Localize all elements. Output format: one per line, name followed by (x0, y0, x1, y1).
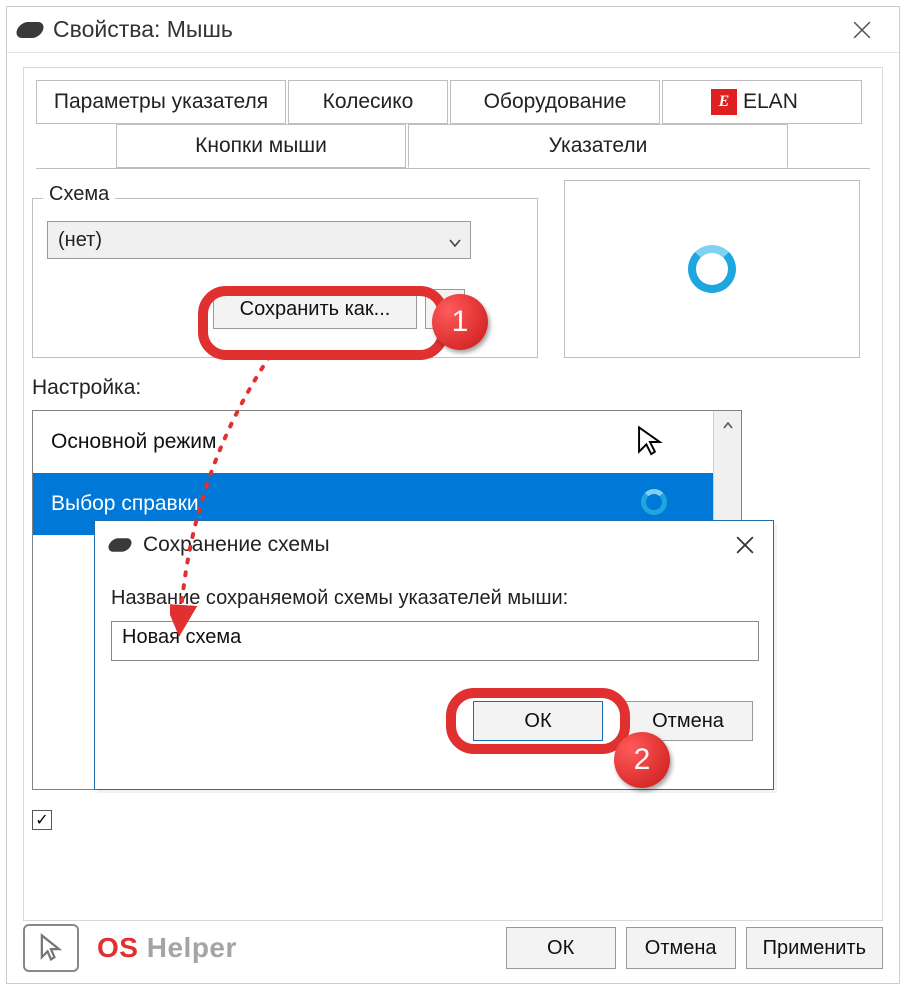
elan-icon: E (711, 89, 737, 115)
cursor-preview (564, 180, 860, 358)
mouse-icon (14, 22, 46, 38)
scroll-up-button[interactable] (714, 411, 741, 439)
bottombar: OS Helper ОК Отмена Применить (23, 923, 883, 973)
logo-icon (23, 924, 79, 972)
save-scheme-dialog: Сохранение схемы Название сохраняемой сх… (94, 520, 774, 790)
scheme-legend: Схема (43, 183, 115, 206)
customize-label: Настройка: (32, 376, 141, 400)
scheme-dropdown[interactable]: (нет) (47, 221, 471, 259)
scheme-dropdown-value: (нет) (58, 229, 102, 252)
scheme-name-input[interactable]: Новая схема (111, 621, 759, 661)
tab-wheel[interactable]: Колесико (288, 80, 448, 124)
window-title: Свойства: Мышь (53, 16, 233, 43)
client-area: Параметры указателя Колесико Оборудовани… (23, 67, 883, 921)
callout-badge-2: 2 (614, 732, 670, 788)
enable-shadow-checkbox[interactable]: ✓ (32, 810, 52, 830)
callout-ring-1 (198, 286, 448, 360)
cancel-button[interactable]: Отмена (626, 927, 736, 969)
list-item-label: Выбор справки (51, 492, 199, 516)
mouse-icon (106, 538, 133, 552)
tab-pointers[interactable]: Указатели (408, 124, 788, 168)
chevron-down-icon (448, 233, 462, 247)
callout-badge-1: 1 (432, 294, 488, 350)
tab-pointer-options[interactable]: Параметры указателя (36, 80, 286, 124)
logo-helper: Helper (138, 932, 236, 963)
tab-strip: Параметры указателя Колесико Оборудовани… (36, 80, 870, 172)
list-item-label: Основной режим (51, 430, 216, 454)
sub-dialog-titlebar: Сохранение схемы (95, 521, 773, 569)
callout-ring-2 (446, 688, 630, 754)
tab-buttons[interactable]: Кнопки мыши (116, 124, 406, 168)
arrow-cursor-icon (635, 425, 665, 459)
logo-os: OS (97, 932, 138, 963)
tab-elan[interactable]: E ELAN (662, 80, 862, 124)
titlebar: Свойства: Мышь (7, 7, 899, 53)
scheme-name-label: Название сохраняемой схемы указателей мы… (111, 587, 568, 610)
tab-hardware[interactable]: Оборудование (450, 80, 660, 124)
mouse-properties-window: Свойства: Мышь Параметры указателя Колес… (6, 6, 900, 984)
sub-dialog-close[interactable] (725, 527, 765, 563)
list-item-normal[interactable]: Основной режим (33, 411, 713, 473)
busy-ring-icon (641, 489, 667, 515)
apply-button[interactable]: Применить (746, 927, 883, 969)
ok-button[interactable]: ОК (506, 927, 616, 969)
sub-dialog-title: Сохранение схемы (143, 533, 330, 557)
close-button[interactable] (837, 7, 887, 53)
tab-elan-label: ELAN (743, 90, 798, 114)
busy-ring-icon (688, 245, 736, 293)
logo-text: OS Helper (97, 932, 237, 964)
